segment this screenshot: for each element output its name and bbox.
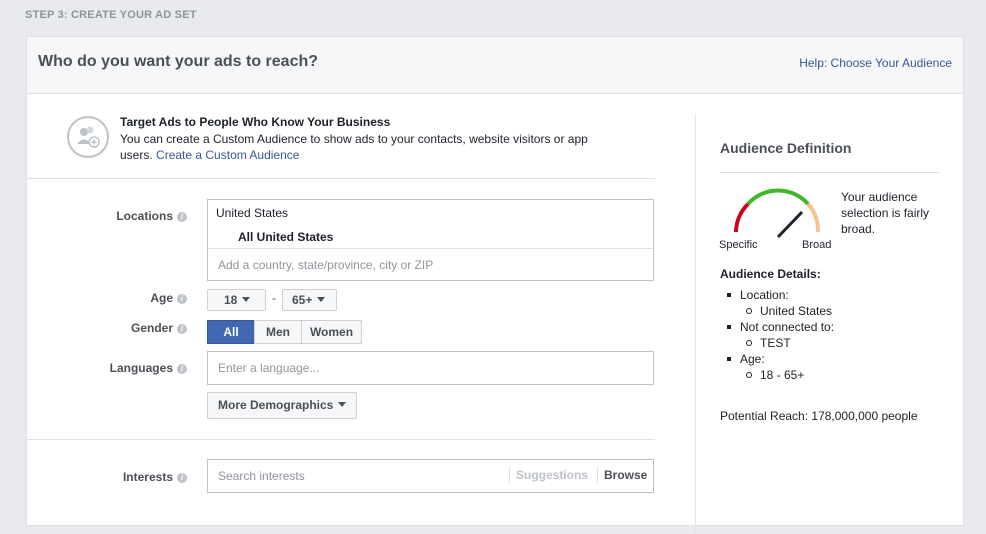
detail-location: Location: [720,287,940,303]
detail-not-connected-label: Not connected to: [740,320,835,334]
divider [720,172,940,173]
languages-placeholder: Enter a language... [218,361,320,375]
gender-men-button[interactable]: Men [254,320,302,344]
divider [597,467,598,483]
location-all: All United States [238,230,334,244]
locations-box: United States All United States Add a co… [207,199,654,281]
detail-not-connected-value-text: TEST [760,336,791,350]
gender-label: Gender i [27,321,187,335]
detail-not-connected: Not connected to: [720,319,940,335]
bullet-icon [727,325,731,329]
chevron-down-icon [338,402,347,407]
interests-label-text: Interests [122,470,173,484]
detail-age: Age: [720,351,940,367]
age-label-text: Age [150,291,173,305]
age-max-select[interactable]: 65+ [282,289,337,311]
detail-age-value: 18 - 65+ [720,367,940,383]
gender-all-button[interactable]: All [207,320,255,344]
divider [27,178,655,179]
info-icon[interactable]: i [177,294,187,304]
gender-women-button[interactable]: Women [301,320,362,344]
locations-label: Locations i [27,209,187,223]
detail-age-value-text: 18 - 65+ [760,368,805,382]
detail-not-connected-value: TEST [720,335,940,351]
page-title: Who do you want your ads to reach? [38,53,319,70]
gauge-needle [776,210,804,239]
languages-label-text: Languages [109,361,173,375]
chevron-down-icon [317,297,326,302]
step-title: STEP 3: CREATE YOUR AD SET [25,9,197,21]
custom-audience-text: You can create a Custom Audience to show… [120,131,620,163]
gauge-description: Your audience selection is fairly broad. [841,190,930,236]
divider [27,439,655,440]
browse-link[interactable]: Browse [604,468,647,482]
bullet-icon [727,293,731,297]
info-icon[interactable]: i [177,324,187,334]
card-header: Who do you want your ads to reach? Help:… [27,37,963,94]
languages-label: Languages i [27,361,187,375]
audience-definition-title: Audience Definition [720,140,852,156]
age-min-select[interactable]: 18 [207,289,266,311]
detail-location-label: Location: [740,288,789,302]
info-icon[interactable]: i [177,364,187,374]
interests-label: Interests i [27,470,187,484]
detail-age-label: Age: [740,352,765,366]
vertical-divider [695,114,696,534]
chevron-down-icon [242,297,251,302]
create-custom-audience-link[interactable]: Create a Custom Audience [156,148,299,162]
gauge-broad-label: Broad [802,239,832,251]
people-add-icon [67,116,109,158]
gender-label-text: Gender [130,321,173,335]
audience-details-list: Location: United States Not connected to… [720,287,940,383]
gauge-specific-label: Specific [719,239,758,251]
ad-set-card: Who do you want your ads to reach? Help:… [26,36,964,534]
more-demographics-button[interactable]: More Demographics [207,392,357,419]
age-label: Age i [27,291,187,305]
custom-audience-title: Target Ads to People Who Know Your Busin… [120,115,391,129]
locations-label-text: Locations [116,209,173,223]
info-icon[interactable]: i [177,212,187,222]
age-max-value: 65+ [292,293,313,307]
bullet-icon [746,340,752,346]
info-icon[interactable]: i [177,473,187,483]
potential-reach: Potential Reach: 178,000,000 people [720,409,918,423]
bullet-icon [746,372,752,378]
location-country: United States [216,206,289,220]
detail-location-value-text: United States [760,304,833,318]
age-min-value: 18 [224,293,238,307]
suggestions-link[interactable]: Suggestions [516,468,588,482]
detail-location-value: United States [720,303,940,319]
location-separator [208,248,653,249]
audience-details-title: Audience Details: [720,267,821,281]
languages-input[interactable]: Enter a language... [207,351,654,385]
age-separator: - [272,291,276,305]
location-input[interactable]: Add a country, state/province, city or Z… [218,258,433,272]
interests-placeholder: Search interests [218,469,305,483]
more-demographics-label: More Demographics [218,398,334,412]
divider [509,467,510,483]
bullet-icon [727,357,731,361]
help-link[interactable]: Help: Choose Your Audience [799,56,952,70]
bullet-icon [746,308,752,314]
interests-input[interactable]: Search interests Suggestions Browse [207,459,654,493]
